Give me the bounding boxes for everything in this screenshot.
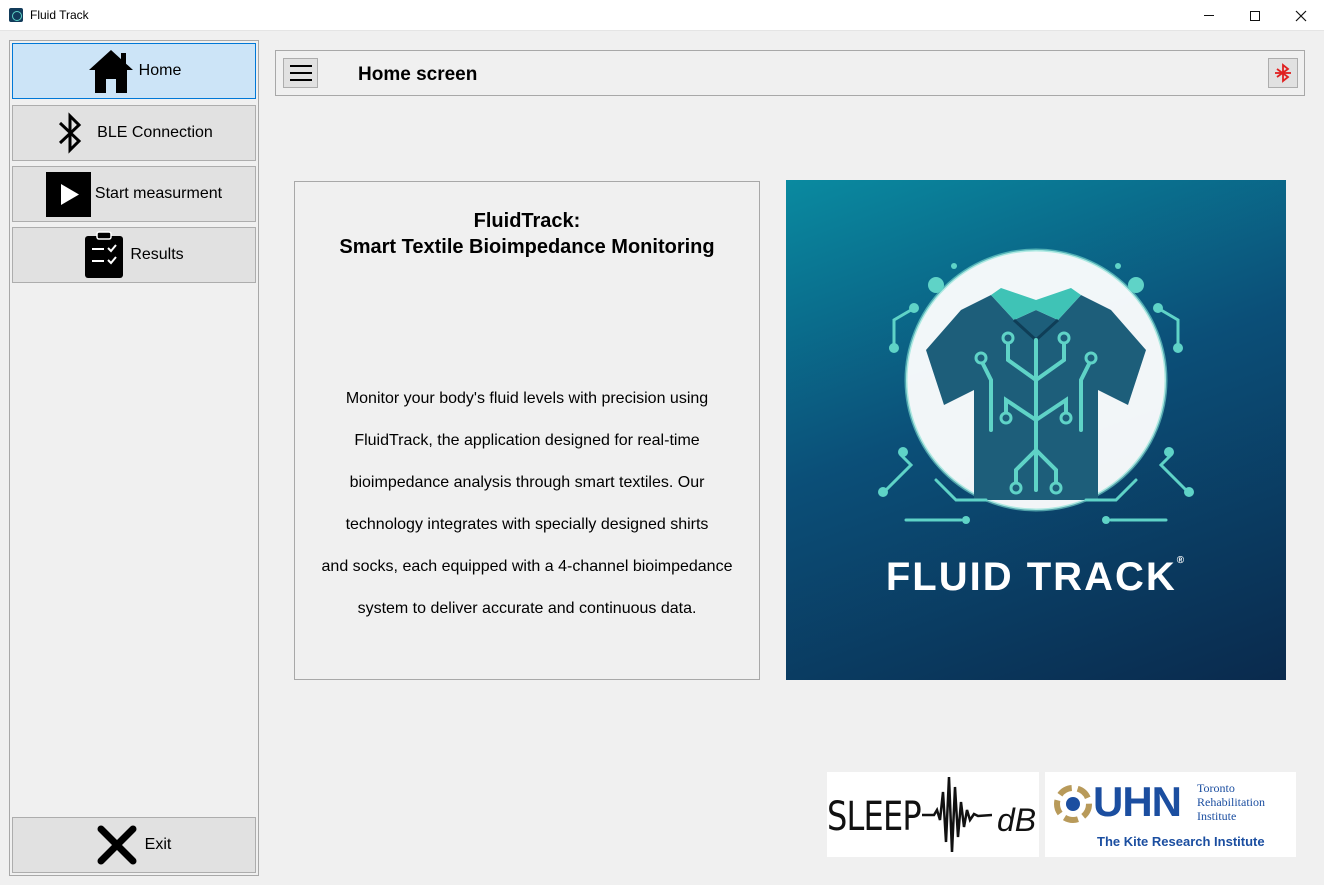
sleep-logo-text: SLEEP	[827, 794, 922, 840]
card-heading-line1: FluidTrack:	[473, 210, 581, 232]
description-line: technology integrates with specially des…	[345, 516, 709, 533]
brand-name: FLUID TRACK	[885, 555, 1177, 599]
page-title: Home screen	[358, 64, 478, 85]
uhn-emblem-icon	[1054, 785, 1092, 823]
description-line: and socks, each equipped with a 4-channe…	[321, 558, 733, 575]
hamburger-line	[289, 79, 312, 81]
sidebar-item-ble-connection[interactable]: BLE Connection	[12, 105, 256, 161]
play-icon	[45, 171, 91, 217]
description-line: system to deliver accurate and continuou…	[357, 600, 697, 617]
sidebar: Home BLE Connection Start measurment Res…	[9, 40, 259, 876]
uhn-line: Institute	[1197, 809, 1237, 823]
sidebar-item-home[interactable]: Home	[12, 43, 256, 99]
maximize-icon	[1250, 10, 1260, 21]
close-x-icon	[97, 825, 137, 865]
sleep-db-logo: SLEEP dB	[827, 772, 1039, 857]
card-heading-line2: Smart Textile Bioimpedance Monitoring	[339, 236, 715, 258]
close-icon	[1295, 10, 1307, 21]
clipboard-check-icon	[85, 231, 124, 278]
description-card: FluidTrack: Smart Textile Bioimpedance M…	[294, 181, 760, 680]
hamburger-menu-icon	[289, 65, 312, 67]
bluetooth-disconnected-icon	[1275, 63, 1291, 83]
waveform-icon	[922, 776, 992, 853]
uhn-kite-logo: UHN Toronto Rehabilitation Institute The…	[1045, 772, 1296, 857]
kite-tagline: The Kite Research Institute	[1097, 834, 1265, 849]
home-icon	[88, 50, 133, 93]
sidebar-item-start-measurement[interactable]: Start measurment	[12, 166, 256, 222]
bluetooth-status-button[interactable]	[1268, 58, 1298, 88]
app-icon	[9, 8, 23, 22]
card-description: Monitor your body's fluid levels with pr…	[295, 378, 759, 630]
uhn-text: UHN	[1093, 778, 1182, 825]
hamburger-line	[289, 72, 312, 74]
uhn-line: Toronto	[1197, 781, 1235, 795]
exit-button[interactable]: Exit	[12, 817, 256, 873]
title-bar: Fluid Track	[0, 0, 1324, 31]
close-window-button[interactable]	[1278, 0, 1324, 31]
hamburger-menu-button[interactable]	[283, 58, 318, 88]
description-line: FluidTrack, the application designed for…	[354, 432, 700, 449]
window-title: Fluid Track	[30, 8, 89, 22]
trademark-symbol: ®	[1176, 555, 1187, 566]
fluidtrack-logo-image: FLUID TRACK®	[786, 180, 1286, 680]
sidebar-item-results[interactable]: Results	[12, 227, 256, 283]
sidebar-item-label: Home	[138, 62, 182, 79]
header-bar: Home screen	[275, 50, 1305, 96]
sidebar-item-label: Start measurment	[94, 185, 223, 202]
uhn-institute-name: Toronto Rehabilitation Institute	[1197, 781, 1265, 823]
card-heading: FluidTrack: Smart Textile Bioimpedance M…	[295, 208, 759, 260]
uhn-line: Rehabilitation	[1197, 795, 1265, 809]
bluetooth-icon	[59, 112, 82, 154]
smart-shirt-circuit-icon	[878, 248, 1194, 524]
description-line: bioimpedance analysis through smart text…	[349, 474, 705, 491]
logo-brand-text: FLUID TRACK®	[786, 555, 1286, 600]
description-line: Monitor your body's fluid levels with pr…	[345, 390, 709, 407]
minimize-icon	[1204, 15, 1214, 16]
minimize-button[interactable]	[1186, 0, 1232, 31]
sidebar-item-label: Results	[130, 246, 184, 263]
sleep-logo-db: dB	[997, 802, 1037, 838]
maximize-button[interactable]	[1232, 0, 1278, 31]
sidebar-item-label: BLE Connection	[97, 124, 213, 141]
exit-label: Exit	[144, 836, 172, 853]
